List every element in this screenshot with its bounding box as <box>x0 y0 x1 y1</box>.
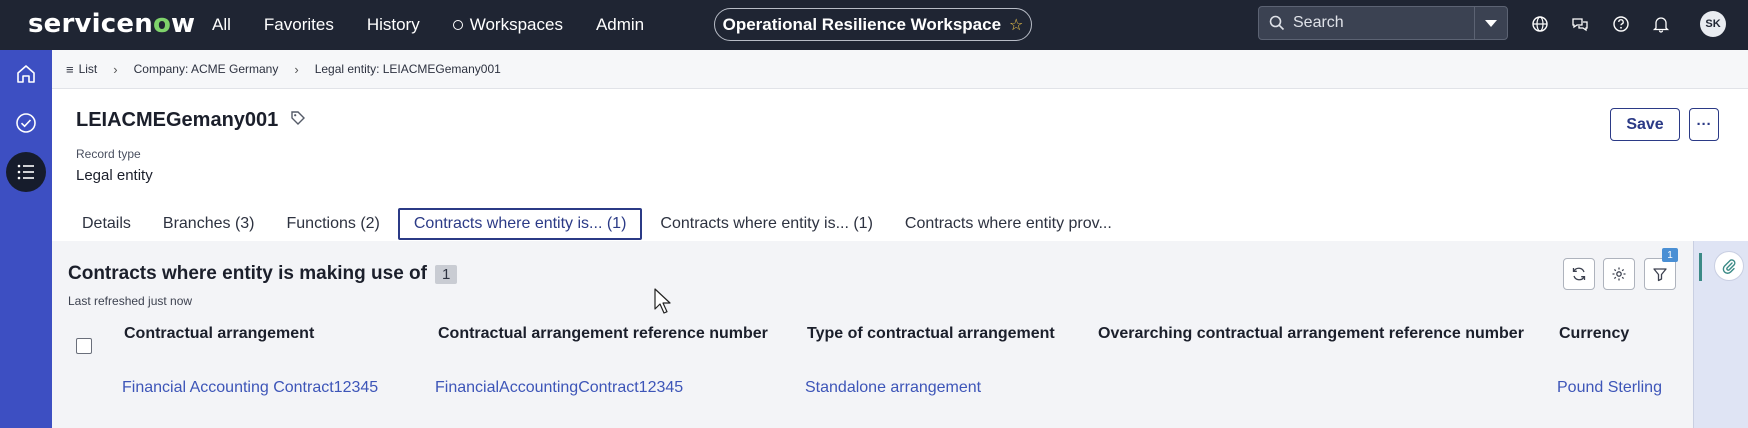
paperclip-icon <box>1722 259 1736 274</box>
select-all-checkbox[interactable] <box>76 338 92 354</box>
last-refreshed-text: Last refreshed just now <box>68 294 193 308</box>
nav-workspaces[interactable]: Workspaces <box>452 15 563 35</box>
workspace-title: Operational Resilience Workspace <box>722 14 1002 34</box>
chat-icon[interactable] <box>1570 14 1590 34</box>
left-rail <box>0 50 52 428</box>
tab-functions[interactable]: Functions (2) <box>273 208 394 240</box>
global-search-input[interactable]: Search <box>1258 6 1476 40</box>
settings-button[interactable] <box>1603 258 1635 290</box>
workspace-title-pill[interactable]: Operational Resilience Workspace ☆ <box>714 8 1032 41</box>
breadcrumb: ≡ List › Company: ACME Germany › Legal e… <box>52 50 1748 89</box>
column-header-overarching-reference[interactable]: Overarching contractual arrangement refe… <box>1098 325 1524 343</box>
record-header: LEIACMEGemany001 Record type Legal entit… <box>52 89 1748 241</box>
cell-type-link[interactable]: Standalone arrangement <box>805 379 981 397</box>
globe-icon[interactable] <box>1530 14 1550 34</box>
related-list-title-text: Contracts where entity is making use of <box>68 263 427 284</box>
favorite-star-icon[interactable]: ☆ <box>1009 15 1023 35</box>
tab-contracts-entity-provides[interactable]: Contracts where entity prov... <box>891 208 1126 240</box>
more-actions-button[interactable]: ··· <box>1689 108 1719 141</box>
main-nav: All Favorites History Workspaces Admin <box>212 0 677 50</box>
right-side-panel <box>1693 241 1748 428</box>
workspaces-icon <box>452 20 463 30</box>
search-placeholder: Search <box>1293 14 1344 31</box>
tab-contracts-entity-is-2[interactable]: Contracts where entity is... (1) <box>646 208 887 240</box>
search-scope-dropdown[interactable] <box>1474 6 1508 40</box>
filter-count-badge: 1 <box>1662 248 1678 262</box>
breadcrumb-company[interactable]: Company: ACME Germany <box>134 62 279 76</box>
refresh-button[interactable] <box>1563 258 1595 290</box>
breadcrumb-entity[interactable]: Legal entity: LEIACMEGemany001 <box>315 62 501 76</box>
related-list-panel: Contracts where entity is making use of … <box>52 241 1693 428</box>
checkmark-circle-icon[interactable] <box>9 106 43 140</box>
nav-workspaces-label: Workspaces <box>469 15 563 34</box>
breadcrumb-separator-icon: › <box>113 61 118 77</box>
column-header-type[interactable]: Type of contractual arrangement <box>807 325 1055 343</box>
column-header-reference-number[interactable]: Contractual arrangement reference number <box>438 325 768 343</box>
table-header: Contractual arrangement Contractual arra… <box>52 313 1693 353</box>
notifications-bell-icon[interactable] <box>1651 14 1671 34</box>
filter-icon <box>1653 268 1667 282</box>
tag-icon[interactable] <box>290 109 306 132</box>
gear-icon <box>1612 267 1626 281</box>
nav-all[interactable]: All <box>212 15 231 35</box>
servicenow-logo[interactable]: servicenow <box>28 9 195 39</box>
nav-admin[interactable]: Admin <box>596 15 644 35</box>
page-title: LEIACMEGemany001 <box>76 109 306 132</box>
record-count-badge: 1 <box>434 264 458 284</box>
save-button[interactable]: Save <box>1610 108 1680 141</box>
attachment-button[interactable] <box>1714 251 1744 281</box>
related-list-title: Contracts where entity is making use of … <box>68 263 458 285</box>
mouse-cursor-icon <box>654 288 672 319</box>
tab-contracts-making-use-of[interactable]: Contracts where entity is... (1) <box>397 207 643 240</box>
tab-branches[interactable]: Branches (3) <box>149 208 269 240</box>
breadcrumb-list[interactable]: List <box>79 62 98 76</box>
chevron-down-icon <box>1485 19 1497 27</box>
cell-contractual-arrangement-link[interactable]: Financial Accounting Contract12345 <box>122 379 378 397</box>
record-title: LEIACMEGemany001 <box>76 109 279 131</box>
list-lines-icon: ≡ <box>66 61 74 77</box>
column-header-contractual-arrangement[interactable]: Contractual arrangement <box>124 325 314 343</box>
search-icon <box>1269 15 1285 31</box>
help-icon[interactable] <box>1611 14 1631 34</box>
active-indicator <box>1699 253 1702 281</box>
user-avatar[interactable]: SK <box>1700 11 1726 37</box>
filter-button[interactable] <box>1644 258 1676 290</box>
cell-reference-number-link[interactable]: FinancialAccountingContract12345 <box>435 379 683 397</box>
list-icon[interactable] <box>6 152 46 192</box>
nav-favorites[interactable]: Favorites <box>264 15 334 35</box>
record-type-label: Record type <box>76 147 141 161</box>
refresh-icon <box>1572 267 1586 281</box>
record-type-value: Legal entity <box>76 167 153 184</box>
cell-currency-link[interactable]: Pound Sterling <box>1557 379 1662 397</box>
home-icon[interactable] <box>9 57 43 91</box>
column-header-currency[interactable]: Currency <box>1559 325 1629 343</box>
breadcrumb-separator-icon: › <box>294 61 299 77</box>
top-navigation-bar: servicenow All Favorites History Workspa… <box>0 0 1748 50</box>
table-row: Financial Accounting Contract12345 Finan… <box>52 379 1693 409</box>
record-tabs: Details Branches (3) Functions (2) Contr… <box>68 207 1130 240</box>
tab-details[interactable]: Details <box>68 208 145 240</box>
nav-history[interactable]: History <box>367 15 420 35</box>
